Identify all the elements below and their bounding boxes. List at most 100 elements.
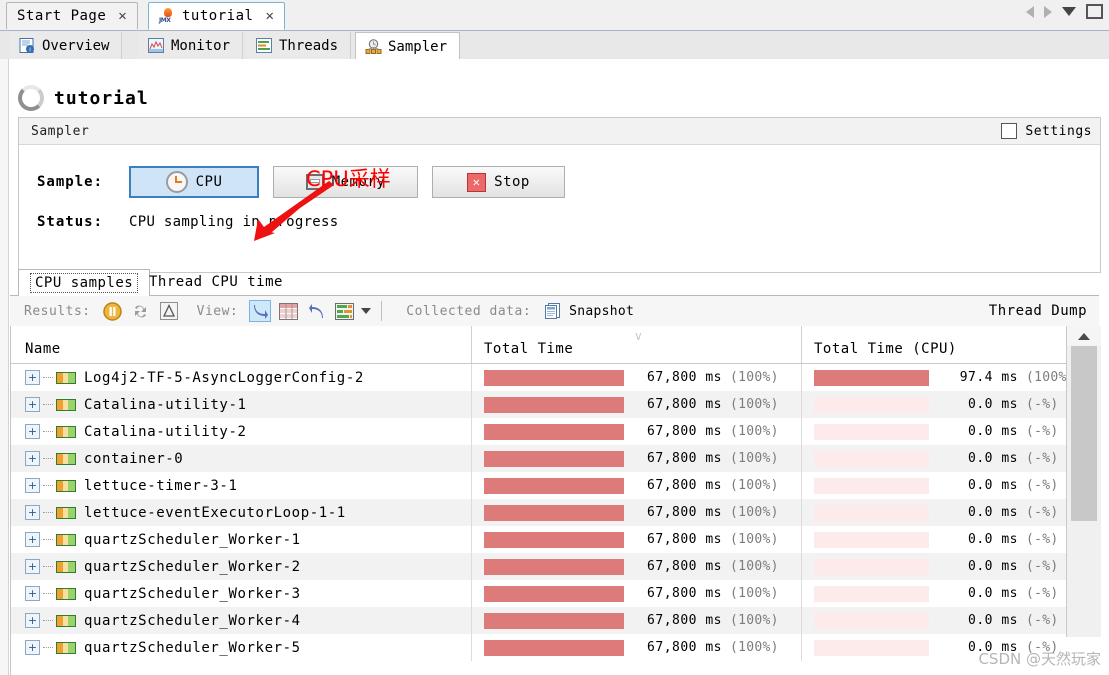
window-tab-tutorial[interactable]: JMX tutorial ✕ [148,2,286,30]
expand-node-icon[interactable]: + [25,451,40,466]
vertical-scrollbar[interactable] [1066,326,1101,637]
table-row[interactable]: + Catalina-utility-2 67,800 ms (100%) 0.0 ms… [11,418,1100,445]
tab-threads[interactable]: Threads [247,32,352,59]
delta-icon[interactable] [158,300,180,322]
total-time-bar [484,531,624,548]
cell-name[interactable]: + quartzScheduler_Worker-1 [11,526,471,553]
thread-name: quartzScheduler_Worker-4 [84,612,301,629]
forward-calls-icon[interactable] [249,300,272,322]
cell-total-time: 67,800 ms (100%) [471,364,801,391]
scrollbar-thumb[interactable] [1071,346,1097,521]
close-icon[interactable]: ✕ [265,8,274,24]
table-row[interactable]: + Log4j2-TF-5-AsyncLoggerConfig-2 67,800 m… [11,364,1100,391]
table-row[interactable]: + lettuce-timer-3-1 67,800 ms (100%) 0.0 ms (… [11,472,1100,499]
expand-node-icon[interactable]: + [25,640,40,655]
settings-toggle[interactable]: Settings [1001,123,1092,139]
table-row[interactable]: + lettuce-eventExecutorLoop-1-1 67,800 ms (… [11,499,1100,526]
refresh-icon[interactable] [130,300,152,322]
hot-spots-table-icon[interactable] [277,300,299,322]
maximize-icon[interactable] [1086,4,1103,19]
settings-checkbox[interactable] [1001,123,1018,139]
cpu-time-percent: (-%) [1026,505,1059,520]
sampler-icon [365,39,382,54]
tab-cpu-samples[interactable]: CPU samples [18,269,151,297]
triangle-down-icon[interactable] [1062,7,1076,16]
cpu-time-bar [814,369,929,386]
cell-name[interactable]: + quartzScheduler_Worker-4 [11,607,471,634]
cell-name[interactable]: + container-0 [11,445,471,472]
total-time-percent: (100%) [730,478,779,493]
thread-icon [56,614,76,627]
expand-node-icon[interactable]: + [25,532,40,547]
thread-name: container-0 [84,450,184,467]
cpu-time-value: 0.0 ms [968,424,1018,439]
table-row[interactable]: + container-0 67,800 ms (100%) 0.0 ms (-%) [11,445,1100,472]
thread-name: lettuce-eventExecutorLoop-1-1 [84,504,346,521]
expand-node-icon[interactable]: + [25,505,40,520]
tab-sampler[interactable]: Sampler [355,32,461,60]
table-row[interactable]: + quartzScheduler_Worker-5 67,800 ms (100%)… [11,634,1100,661]
column-header-name[interactable]: Name [11,326,471,363]
cell-name[interactable]: + quartzScheduler_Worker-3 [11,580,471,607]
cpu-time-value: 0.0 ms [968,559,1018,574]
cell-name[interactable]: + lettuce-eventExecutorLoop-1-1 [11,499,471,526]
stop-button[interactable]: ✕ Stop [432,166,565,198]
cpu-time-value: 0.0 ms [968,586,1018,601]
cell-name[interactable]: + quartzScheduler_Worker-5 [11,634,471,661]
expand-node-icon[interactable]: + [25,613,40,628]
window-nav-buttons [1026,4,1103,19]
monitor-chart-icon [148,38,164,53]
snapshot-icon[interactable] [542,300,564,322]
table-row[interactable]: + quartzScheduler_Worker-3 67,800 ms (100%)… [11,580,1100,607]
cell-name[interactable]: + Catalina-utility-1 [11,391,471,418]
reverse-calls-icon[interactable] [305,300,327,322]
triangle-left-icon[interactable] [1026,5,1034,18]
cell-name[interactable]: + quartzScheduler_Worker-2 [11,553,471,580]
expand-node-icon[interactable]: + [25,424,40,439]
cpu-time-bar [814,423,929,440]
expand-node-icon[interactable]: + [25,586,40,601]
table-row[interactable]: + quartzScheduler_Worker-4 67,800 ms (100%)… [11,607,1100,634]
table-row[interactable]: + Catalina-utility-1 67,800 ms (100%) 0.0 ms… [11,391,1100,418]
thread-name: Catalina-utility-1 [84,396,247,413]
cell-name[interactable]: + Catalina-utility-2 [11,418,471,445]
column-header-total-time-cpu[interactable]: Total Time (CPU) [801,326,1066,363]
expand-node-icon[interactable]: + [25,478,40,493]
table-row[interactable]: + quartzScheduler_Worker-2 67,800 ms (100%)… [11,553,1100,580]
caret-down-icon[interactable] [361,308,372,314]
cell-cpu-time: 0.0 ms (-%) [801,526,1066,553]
pause-icon[interactable] [102,300,124,322]
annotation-text: CPU采样 [306,167,391,191]
expand-node-icon[interactable]: + [25,370,40,385]
thread-icon [56,398,76,411]
scroll-up-button[interactable] [1067,326,1101,346]
table-row[interactable]: + quartzScheduler_Worker-1 67,800 ms (100%)… [11,526,1100,553]
combined-view-icon[interactable] [333,300,355,322]
svg-text:i: i [29,48,30,54]
thread-icon [56,425,76,438]
tab-monitor[interactable]: Monitor [139,32,244,59]
total-time-percent: (100%) [730,613,779,628]
expand-node-icon[interactable]: + [25,559,40,574]
cpu-time-value: 0.0 ms [968,505,1018,520]
cell-cpu-time: 0.0 ms (-%) [801,634,1066,661]
window-tab-strip: Start Page ✕ JMX tutorial ✕ [0,0,1109,31]
cell-name[interactable]: + Log4j2-TF-5-AsyncLoggerConfig-2 [11,364,471,391]
tab-overview[interactable]: i Overview [10,32,123,59]
total-time-percent: (100%) [730,559,779,574]
snapshot-label[interactable]: Snapshot [569,304,634,319]
close-icon[interactable]: ✕ [118,8,127,24]
total-time-percent: (100%) [730,397,779,412]
cell-name[interactable]: + lettuce-timer-3-1 [11,472,471,499]
expand-node-icon[interactable]: + [25,397,40,412]
window-tab-start-page[interactable]: Start Page ✕ [6,2,139,29]
status-value: CPU sampling in progress [129,214,339,230]
total-time-value: 67,800 ms [647,586,722,601]
triangle-right-icon[interactable] [1044,5,1052,18]
tab-label: Sampler [388,38,448,55]
thread-dump-button[interactable]: Thread Dump [989,296,1087,326]
sample-row: Sample: CPU Memory ✕ Stop [19,166,579,198]
tree-connector [43,647,53,648]
cpu-sample-button[interactable]: CPU [129,166,259,198]
tab-thread-cpu-time[interactable]: Thread CPU time [138,269,294,295]
